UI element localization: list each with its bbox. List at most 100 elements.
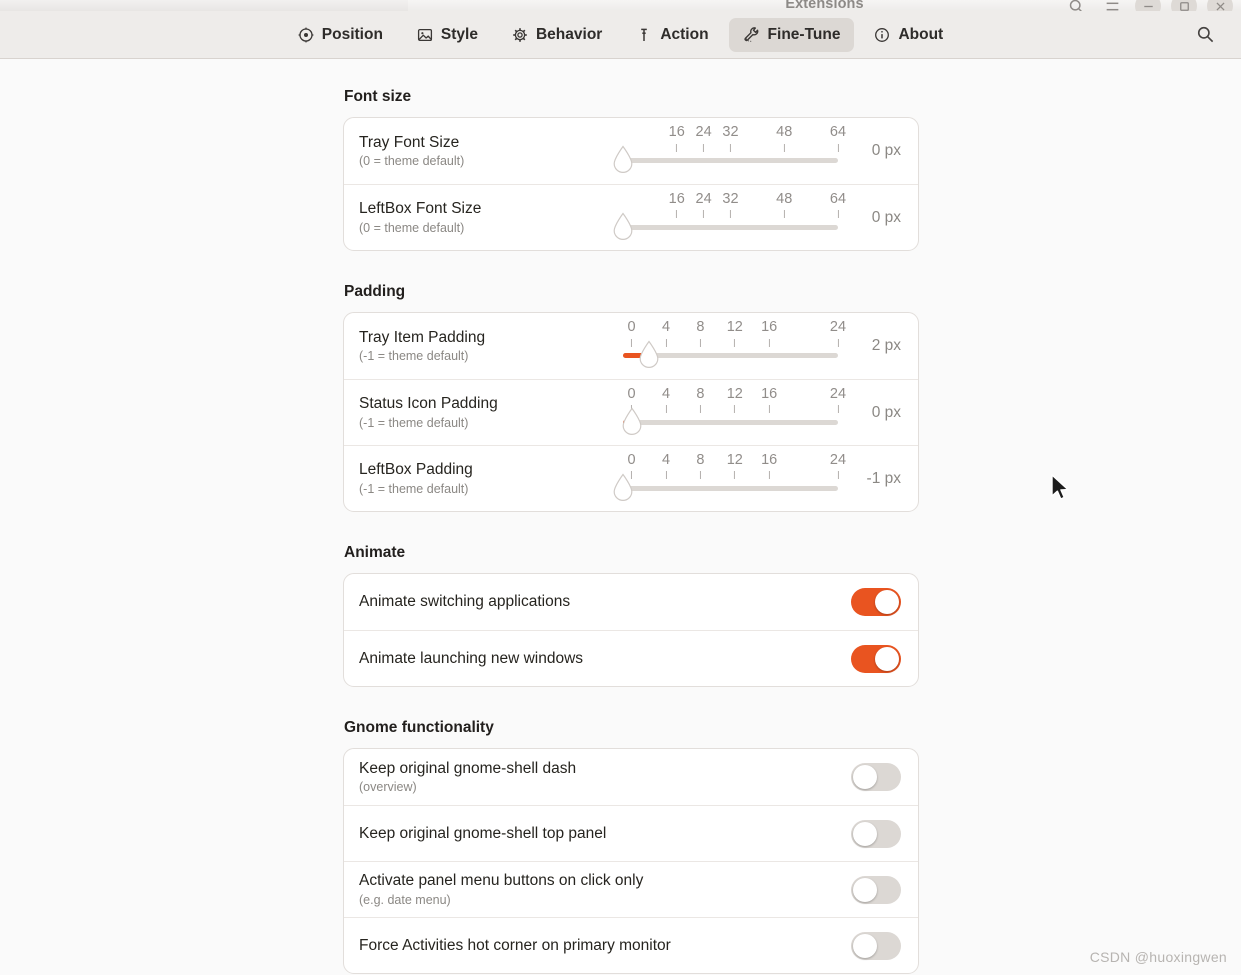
tab-label: Position [321, 25, 383, 43]
scale-mark: 16 [669, 191, 685, 218]
preference-card: Tray Item Padding (-1 = theme default) 0 4 8… [343, 312, 919, 512]
info-icon [874, 27, 890, 43]
gear-icon [512, 27, 528, 43]
row-labels: Force Activities hot corner on primary m… [359, 936, 851, 955]
scale-mark-label: 24 [829, 319, 847, 335]
scale-mark: 4 [662, 452, 670, 479]
wrench-icon [743, 26, 760, 43]
preference-group: Padding Tray Item Padding (-1 = theme defa… [343, 283, 919, 512]
toggle-switch[interactable] [851, 931, 901, 960]
scale-mark-label: 32 [722, 124, 739, 140]
scale-mark: 12 [727, 386, 743, 413]
scale-tick [734, 338, 736, 347]
group-title: Gnome functionality [344, 719, 494, 736]
tab-style[interactable]: Style [403, 18, 492, 52]
scale-mark-label: 12 [726, 451, 743, 468]
scale-mark-label: 16 [761, 385, 778, 402]
slider[interactable]: 0 4 8 12 16 24 [612, 451, 846, 505]
preferences-scroll-area[interactable]: Font size Tray Font Size (0 = theme defaul… [0, 59, 1241, 975]
scale-mark: 0 [628, 320, 636, 347]
row-labels: LeftBox Font Size (0 = theme default) [359, 199, 609, 236]
scale-mark-label: 64 [829, 190, 847, 207]
preference-group: Animate Animate switching applications Ani… [343, 544, 919, 687]
preferences-page: Font size Tray Font Size (0 = theme defaul… [343, 59, 919, 974]
scale-mark: 8 [696, 386, 704, 413]
slider-row: Tray Item Padding (-1 = theme default) 0 4 8… [344, 313, 918, 379]
scale-mark-label: 8 [696, 319, 705, 335]
scale-mark: 48 [776, 190, 793, 218]
group-title: Padding [344, 283, 406, 300]
watermark: CSDN @huoxingwen [1089, 949, 1227, 965]
scale-mark: 48 [776, 125, 792, 152]
row-title: LeftBox Font Size [359, 200, 482, 218]
scale-tick [837, 338, 839, 347]
toggle-switch[interactable] [851, 644, 901, 673]
slider-handle[interactable] [612, 145, 634, 175]
scale-mark-label: 48 [776, 190, 793, 207]
slider-track[interactable] [623, 158, 838, 163]
tab-label: Action [660, 25, 709, 43]
scale-mark: 32 [722, 124, 739, 152]
tab-about[interactable]: About [860, 18, 957, 52]
toggle-switch[interactable] [851, 763, 901, 791]
preference-card: Animate switching applications Animate la… [343, 573, 919, 687]
scale-mark-label: 24 [829, 451, 847, 468]
slider-handle[interactable] [638, 340, 660, 370]
slider-scale-marks: 0 4 8 12 16 24 [613, 385, 846, 417]
slider-track[interactable] [623, 224, 838, 230]
scale-tick [665, 338, 667, 347]
scale-tick [703, 143, 705, 152]
slider-track[interactable] [623, 419, 838, 425]
row-subtitle: (-1 = theme default) [359, 349, 469, 364]
toggle-switch[interactable] [851, 819, 901, 848]
slider-handle[interactable] [612, 212, 634, 242]
toggle-switch[interactable] [851, 875, 901, 904]
scale-mark-label: 0 [627, 319, 636, 335]
scale-mark-label: 24 [695, 190, 712, 207]
slider[interactable]: 16 24 32 48 64 [612, 190, 846, 244]
row-labels: Activate panel menu buttons on click onl… [359, 871, 851, 908]
tab-fine-tune[interactable]: Fine-Tune [728, 17, 855, 52]
slider-track[interactable] [623, 485, 838, 491]
scale-mark: 8 [696, 320, 704, 347]
row-labels: Tray Font Size (0 = theme default) [359, 133, 609, 170]
row-title: LeftBox Padding [359, 461, 473, 479]
row-title: Activate panel menu buttons on click onl… [359, 872, 644, 890]
slider[interactable]: 0 4 8 12 16 24 [613, 319, 846, 372]
toggle-knob [875, 646, 899, 671]
scale-mark: 12 [726, 451, 743, 479]
scale-mark-label: 4 [661, 319, 671, 335]
toggle-knob [853, 821, 877, 846]
preference-group: Font size Tray Font Size (0 = theme defaul… [343, 88, 919, 251]
toggle-knob [853, 877, 877, 902]
scale-mark-label: 16 [761, 451, 778, 468]
search-icon[interactable] [1191, 21, 1219, 49]
row-title: Status Icon Padding [359, 395, 498, 413]
scale-mark: 24 [695, 190, 712, 218]
toggle-knob [875, 590, 899, 614]
row-labels: Status Icon Padding (-1 = theme default) [359, 394, 609, 431]
tab-position[interactable]: Position [284, 18, 397, 52]
slider-handle[interactable] [621, 407, 643, 437]
toggle-switch[interactable] [851, 588, 901, 616]
scale-mark: 12 [727, 320, 743, 347]
scale-tick [837, 210, 839, 218]
scale-mark: 24 [696, 125, 712, 152]
scale-mark-label: 48 [776, 124, 793, 140]
scale-tick [837, 405, 839, 413]
slider[interactable]: 0 4 8 12 16 24 [613, 385, 846, 439]
tab-action[interactable]: Action [622, 18, 722, 52]
target-icon [298, 27, 314, 43]
tab-behavior[interactable]: Behavior [498, 18, 616, 52]
scale-mark: 24 [829, 451, 847, 479]
row-labels: LeftBox Padding (-1 = theme default) [359, 460, 609, 497]
slider-row: Status Icon Padding (-1 = theme default) 0… [344, 379, 918, 445]
scale-mark: 32 [722, 191, 739, 218]
row-title: Tray Font Size [359, 133, 460, 151]
scale-tick [703, 210, 705, 218]
slider[interactable]: 16 24 32 48 64 [612, 124, 846, 177]
slider-handle[interactable] [612, 473, 634, 503]
tab-label: Behavior [535, 25, 603, 43]
row-title: Tray Item Padding [359, 328, 486, 346]
tab-label: Style [440, 25, 478, 43]
